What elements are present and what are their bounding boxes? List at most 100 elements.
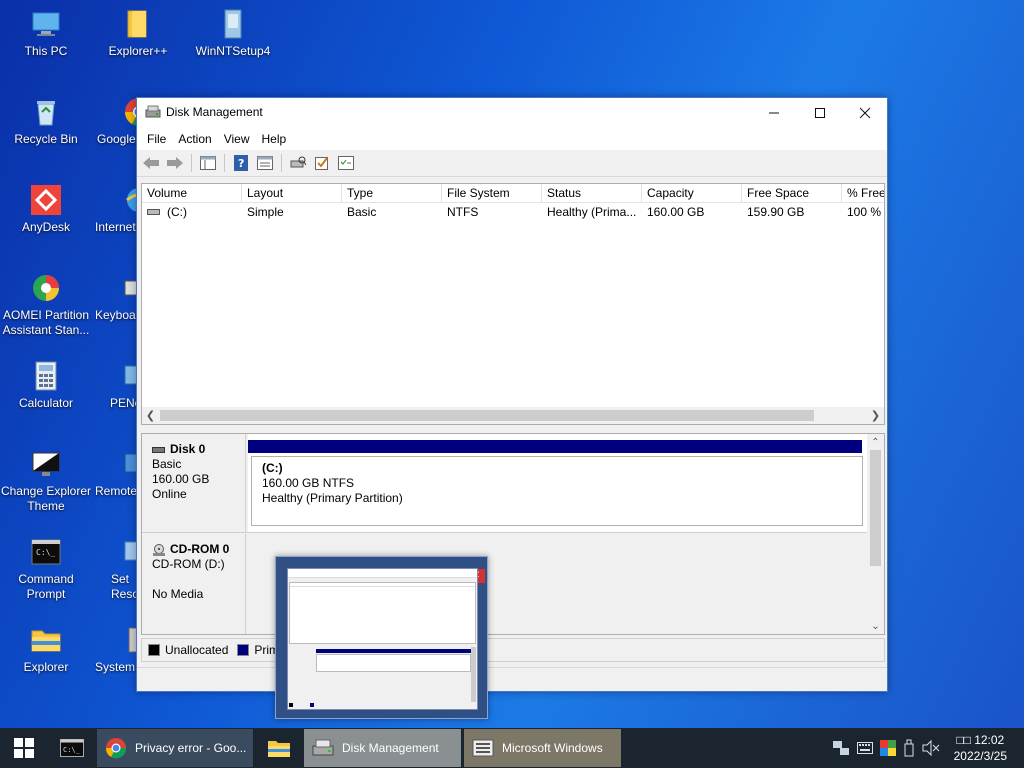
help-button[interactable]: ? — [230, 152, 252, 174]
folder-icon — [122, 8, 154, 40]
scroll-up-icon[interactable]: ⌃ — [867, 434, 884, 450]
file-explorer-icon — [268, 741, 290, 757]
desktop-icon-this-pc[interactable]: This PC — [3, 8, 89, 59]
desktop-icon-system[interactable]: System — [92, 624, 139, 675]
list-settings-icon — [338, 156, 354, 170]
taskbar-windows-setup-app[interactable]: Microsoft Windows — [464, 729, 621, 767]
aomei-icon — [30, 272, 62, 304]
rescan-icon — [290, 156, 307, 168]
column-file-system[interactable]: File System — [442, 184, 542, 202]
menu-action[interactable]: Action — [172, 132, 217, 146]
desktop-icon-label: Recycle Bin — [14, 132, 78, 146]
desktop-icon-change-theme[interactable]: Change Explorer Theme — [0, 448, 92, 514]
taskbar-clock[interactable]: □□ 12:02 2022/3/25 — [954, 732, 1007, 764]
desktop-icon-keyboard[interactable]: Keyboa — [95, 272, 139, 323]
preview-window-image — [287, 568, 478, 710]
scroll-thumb[interactable] — [160, 410, 814, 421]
partition-c[interactable]: (C:) 160.00 GB NTFS Healthy (Primary Par… — [251, 456, 863, 526]
desktop-icon-recycle-bin[interactable]: Recycle Bin — [3, 96, 89, 147]
disk-row[interactable]: Disk 0 Basic 160.00 GB Online (C:) 160.0… — [142, 434, 868, 533]
volume-name: (C:) — [167, 205, 187, 219]
menu-bar: File Action View Help — [137, 127, 887, 150]
desktop-icon-calculator[interactable]: Calculator — [3, 360, 89, 411]
scroll-left-icon[interactable]: ❮ — [142, 407, 159, 424]
desktop-icon-aomei[interactable]: AOMEI Partition Assistant Stan... — [0, 272, 92, 338]
disk-size: 160.00 GB — [152, 472, 210, 486]
toolbar-separator — [191, 154, 192, 172]
volume-muted-icon[interactable] — [922, 740, 940, 756]
minimize-button[interactable] — [751, 98, 797, 127]
toolbar-separator — [281, 154, 282, 172]
rescan-disks-button[interactable] — [287, 152, 309, 174]
cdrom-state: No Media — [152, 587, 204, 601]
taskbar-file-explorer[interactable] — [258, 728, 300, 768]
desktop-icon-penetwork[interactable]: PENe — [95, 360, 139, 411]
clock-date: 2022/3/25 — [953, 749, 1007, 763]
desktop-icon-remote[interactable]: Remote — [92, 448, 139, 499]
column-free-space[interactable]: Free Space — [742, 184, 842, 202]
menu-help[interactable]: Help — [256, 132, 293, 146]
disk-info[interactable]: Disk 0 Basic 160.00 GB Online — [142, 434, 246, 532]
table-row[interactable]: (C:) Simple Basic NTFS Healthy (Prima...… — [142, 203, 884, 221]
taskbar-thumbnail-preview[interactable]: ✕ — [275, 556, 488, 719]
desktop-icon-command-prompt[interactable]: C:\_ Command Prompt — [3, 536, 89, 602]
menu-view[interactable]: View — [218, 132, 256, 146]
desktop-icon-set-resolution[interactable]: Set Reso — [105, 536, 139, 602]
minimize-icon — [769, 112, 779, 113]
cdrom-row[interactable]: CD-ROM 0 CD-ROM (D:) No Media — [142, 534, 868, 634]
column-type[interactable]: Type — [342, 184, 442, 202]
menu-file[interactable]: File — [141, 132, 172, 146]
cell-percent-free: 100 % — [847, 205, 882, 219]
partition-size-fs: 160.00 GB NTFS — [262, 476, 355, 490]
taskbar-app-label: Disk Management — [342, 741, 439, 755]
column-percent-free[interactable]: % Free — [842, 184, 884, 202]
disk-management-window[interactable]: Disk Management File Action View Help ? — [136, 97, 888, 692]
desktop-icon-winntsetup[interactable]: WinNTSetup4 — [190, 8, 276, 59]
column-capacity[interactable]: Capacity — [642, 184, 742, 202]
desktop-icon-label: Change Explorer Theme — [0, 484, 92, 513]
svg-text:C:\_: C:\_ — [63, 746, 81, 754]
scroll-thumb[interactable] — [870, 450, 881, 566]
properties-icon — [257, 156, 273, 170]
desktop-icon-anydesk[interactable]: AnyDesk — [3, 184, 89, 235]
desktop-icon-label: Internet — [95, 220, 136, 234]
settings-list-button[interactable] — [335, 152, 357, 174]
network-icon[interactable] — [832, 740, 850, 756]
disk-name: Disk 0 — [170, 442, 206, 456]
column-volume[interactable]: Volume — [142, 184, 242, 202]
back-button[interactable] — [140, 152, 162, 174]
desktop-icon-explorerpp[interactable]: Explorer++ — [95, 8, 181, 59]
properties-button[interactable] — [254, 152, 276, 174]
usb-drive-icon[interactable] — [903, 739, 915, 757]
column-status[interactable]: Status — [542, 184, 642, 202]
scroll-down-icon[interactable]: ⌄ — [867, 618, 884, 634]
cdrom-info[interactable]: CD-ROM 0 CD-ROM (D:) No Media — [142, 534, 246, 634]
show-hide-tree-button[interactable] — [197, 152, 219, 174]
forward-button[interactable] — [164, 152, 186, 174]
desktop-icon-explorer[interactable]: Explorer — [3, 624, 89, 675]
back-arrow-icon — [143, 157, 159, 169]
start-button[interactable] — [0, 728, 48, 768]
volume-list[interactable]: Volume Layout Type File System Status Ca… — [141, 183, 885, 425]
close-button[interactable] — [842, 98, 888, 127]
forward-arrow-icon — [167, 157, 183, 169]
status-bar — [137, 667, 887, 691]
desktop-icon-internet[interactable]: Internet — [95, 184, 139, 235]
keyboard-icon[interactable] — [857, 742, 873, 754]
check-button[interactable] — [311, 152, 333, 174]
taskbar-disk-management-app[interactable]: Disk Management — [304, 729, 461, 767]
title-bar[interactable]: Disk Management — [137, 98, 887, 127]
column-layout[interactable]: Layout — [242, 184, 342, 202]
desktop-icon-label: Keyboa — [95, 308, 136, 322]
vertical-scrollbar[interactable]: ⌃ ⌄ — [867, 434, 884, 634]
maximize-button[interactable] — [797, 98, 843, 127]
setup-icon — [217, 8, 249, 40]
taskbar-chrome-app[interactable]: Privacy error - Goo... — [97, 729, 253, 767]
horizontal-scrollbar[interactable]: ❮ ❯ — [142, 407, 884, 424]
disk-graphical-view[interactable]: Disk 0 Basic 160.00 GB Online (C:) 160.0… — [141, 433, 885, 635]
display-color-icon[interactable] — [880, 740, 896, 756]
desktop-icon-google[interactable]: Google — [95, 96, 139, 147]
disk-kind: Basic — [152, 457, 182, 471]
scroll-right-icon[interactable]: ❯ — [867, 407, 884, 424]
taskbar-cmd-button[interactable]: C:\_ — [49, 728, 95, 768]
